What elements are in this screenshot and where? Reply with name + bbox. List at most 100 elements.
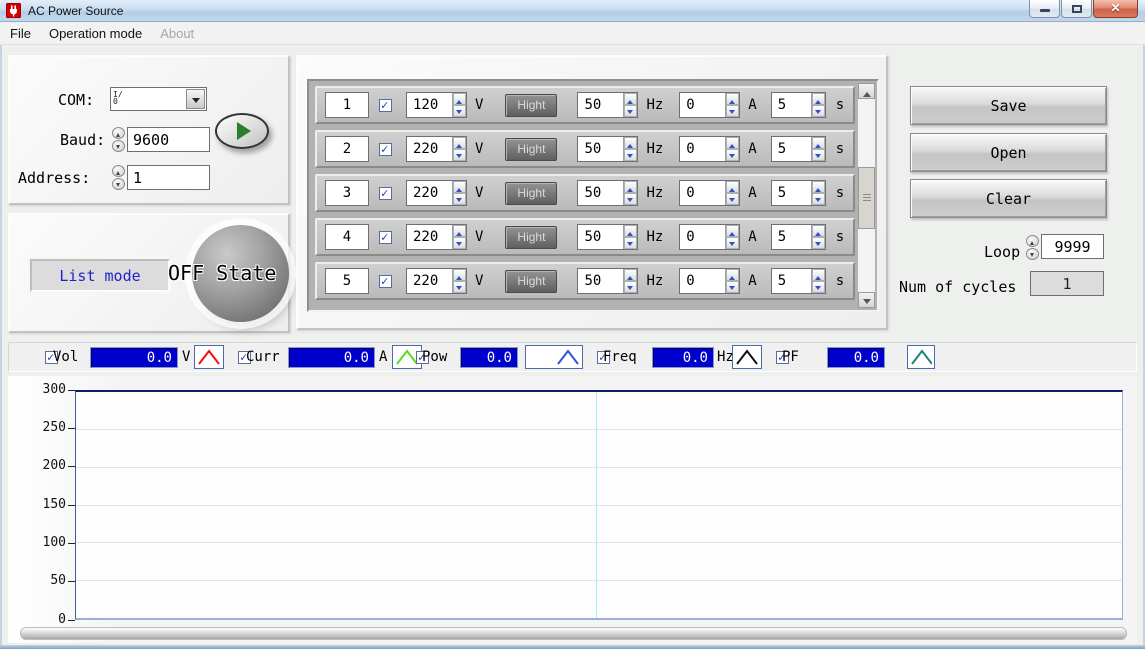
address-field[interactable]: 1 (127, 165, 210, 190)
minimize-button[interactable] (1029, 0, 1060, 18)
step-index-field[interactable]: 4 (325, 224, 369, 250)
time-value[interactable]: 5 (772, 93, 811, 117)
time-spinner[interactable]: 5 (771, 136, 826, 162)
spin-up-icon[interactable] (812, 181, 825, 193)
time-spinner[interactable]: 5 (771, 268, 826, 294)
spin-down-icon[interactable] (812, 193, 825, 205)
spin-down-icon[interactable] (453, 149, 466, 161)
spin-up-icon[interactable] (812, 137, 825, 149)
voltage-spinner[interactable]: 220 (406, 268, 467, 294)
voltage-value[interactable]: 220 (407, 137, 452, 161)
graph-horizontal-scrollbar[interactable] (20, 627, 1127, 640)
spin-up-icon[interactable] (624, 269, 637, 281)
spin-up-icon[interactable] (112, 127, 125, 139)
clear-button[interactable]: Clear (910, 179, 1107, 218)
hight-range-button[interactable]: Hight (505, 226, 557, 249)
time-value[interactable]: 5 (772, 181, 811, 205)
close-button[interactable] (1093, 0, 1138, 18)
voltage-value[interactable]: 120 (407, 93, 452, 117)
spin-up-icon[interactable] (624, 93, 637, 105)
address-spinner-arrows[interactable] (112, 165, 126, 190)
spin-down-icon[interactable] (624, 105, 637, 117)
time-spinner[interactable]: 5 (771, 180, 826, 206)
spin-up-icon[interactable] (812, 225, 825, 237)
connect-run-button[interactable] (215, 113, 269, 149)
spin-down-icon[interactable] (624, 281, 637, 293)
time-spinner[interactable]: 5 (771, 92, 826, 118)
step-enable-checkbox[interactable] (379, 231, 392, 244)
current-value[interactable]: 0 (680, 225, 725, 249)
spin-down-icon[interactable] (453, 193, 466, 205)
spin-down-icon[interactable] (1026, 248, 1039, 260)
spin-up-icon[interactable] (812, 269, 825, 281)
spin-down-icon[interactable] (726, 105, 739, 117)
loop-field[interactable]: 9999 (1041, 234, 1104, 259)
current-value[interactable]: 0 (680, 93, 725, 117)
frequency-value[interactable]: 50 (578, 269, 623, 293)
current-spinner[interactable]: 0 (679, 268, 740, 294)
spin-down-icon[interactable] (453, 105, 466, 117)
spin-down-icon[interactable] (624, 193, 637, 205)
voltage-value[interactable]: 220 (407, 181, 452, 205)
menu-operation-mode[interactable]: Operation mode (40, 23, 151, 44)
time-value[interactable]: 5 (772, 269, 811, 293)
hight-range-button[interactable]: Hight (505, 94, 557, 117)
spin-down-icon[interactable] (812, 149, 825, 161)
spin-down-icon[interactable] (726, 149, 739, 161)
spin-down-icon[interactable] (453, 281, 466, 293)
step-index-field[interactable]: 2 (325, 136, 369, 162)
spin-down-icon[interactable] (726, 193, 739, 205)
voltage-spinner[interactable]: 220 (406, 180, 467, 206)
spin-up-icon[interactable] (726, 225, 739, 237)
step-enable-checkbox[interactable] (379, 275, 392, 288)
menu-file[interactable]: File (1, 23, 40, 44)
frequency-value[interactable]: 50 (578, 225, 623, 249)
hight-range-button[interactable]: Hight (505, 182, 557, 205)
maximize-button[interactable] (1061, 0, 1092, 18)
spin-down-icon[interactable] (624, 237, 637, 249)
save-button[interactable]: Save (910, 86, 1107, 125)
spin-down-icon[interactable] (812, 105, 825, 117)
step-index-field[interactable]: 5 (325, 268, 369, 294)
frequency-spinner[interactable]: 50 (577, 224, 638, 250)
spin-down-icon[interactable] (812, 281, 825, 293)
current-spinner[interactable]: 0 (679, 224, 740, 250)
spin-up-icon[interactable] (453, 269, 466, 281)
frequency-spinner[interactable]: 50 (577, 268, 638, 294)
frequency-spinner[interactable]: 50 (577, 136, 638, 162)
baud-field[interactable]: 9600 (127, 127, 210, 152)
scroll-down-icon[interactable] (858, 292, 875, 308)
current-value[interactable]: 0 (680, 181, 725, 205)
hight-range-button[interactable]: Hight (505, 270, 557, 293)
spin-down-icon[interactable] (112, 178, 125, 190)
spin-up-icon[interactable] (453, 181, 466, 193)
spin-up-icon[interactable] (1026, 235, 1039, 247)
spin-up-icon[interactable] (726, 269, 739, 281)
spin-up-icon[interactable] (812, 93, 825, 105)
spin-down-icon[interactable] (112, 140, 125, 152)
step-list-scrollbar[interactable] (858, 83, 875, 308)
current-spinner[interactable]: 0 (679, 136, 740, 162)
current-value[interactable]: 0 (680, 137, 725, 161)
spin-down-icon[interactable] (453, 237, 466, 249)
frequency-value[interactable]: 50 (578, 137, 623, 161)
spin-down-icon[interactable] (812, 237, 825, 249)
baud-spinner-arrows[interactable] (112, 127, 126, 152)
hight-range-button[interactable]: Hight (505, 138, 557, 161)
spin-down-icon[interactable] (624, 149, 637, 161)
step-enable-checkbox[interactable] (379, 143, 392, 156)
step-enable-checkbox[interactable] (379, 99, 392, 112)
spin-up-icon[interactable] (453, 225, 466, 237)
spin-up-icon[interactable] (624, 137, 637, 149)
time-value[interactable]: 5 (772, 225, 811, 249)
frequency-spinner[interactable]: 50 (577, 180, 638, 206)
current-spinner[interactable]: 0 (679, 180, 740, 206)
voltage-spinner[interactable]: 220 (406, 136, 467, 162)
spin-up-icon[interactable] (624, 225, 637, 237)
step-index-field[interactable]: 3 (325, 180, 369, 206)
spin-up-icon[interactable] (726, 93, 739, 105)
list-mode-button[interactable]: List mode (30, 259, 170, 292)
spin-up-icon[interactable] (453, 93, 466, 105)
spin-up-icon[interactable] (624, 181, 637, 193)
voltage-value[interactable]: 220 (407, 225, 452, 249)
